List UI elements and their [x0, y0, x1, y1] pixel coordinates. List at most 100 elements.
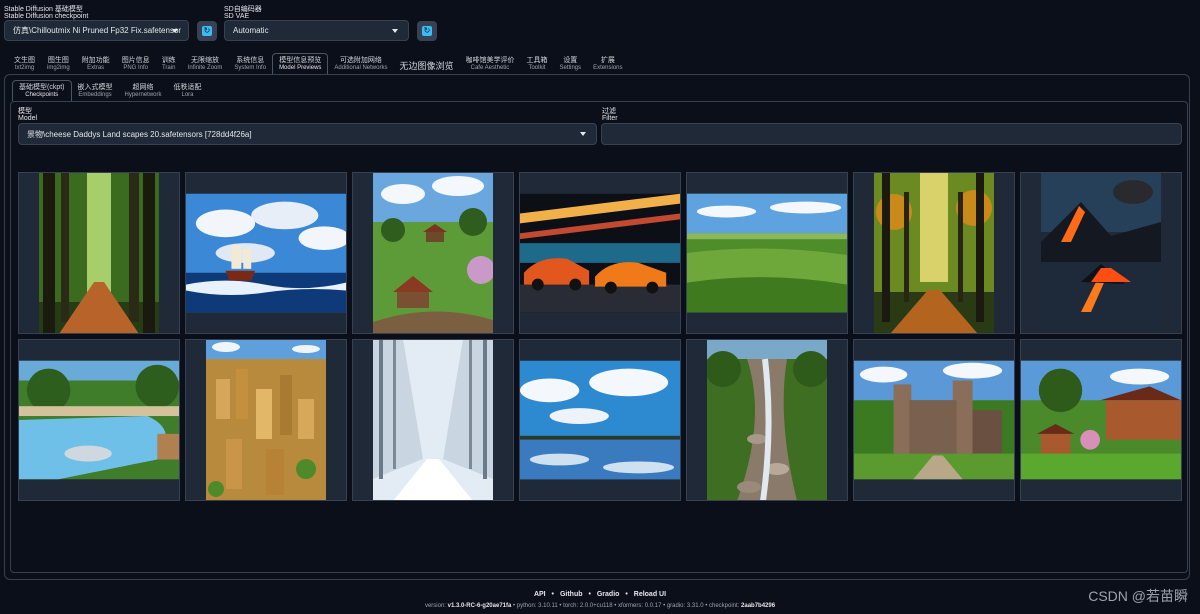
tab-label-en: Embeddings [78, 92, 112, 98]
swimming-pool-image [19, 360, 179, 480]
tab-label-en: txt2img [14, 65, 35, 71]
xformers-value: 0.0.17 [644, 603, 662, 609]
version-label: version: [424, 603, 446, 609]
preview-card[interactable] [519, 172, 681, 334]
house-garden-image [1021, 360, 1181, 480]
tab-img2img[interactable]: 图生图 img2img [41, 54, 76, 74]
torch-value: 2.0.0+cu118 [579, 603, 613, 609]
refresh-icon: ↻ [422, 26, 432, 36]
tab-label-en: Settings [559, 65, 582, 71]
sub-tabs: 基础模型(ckpt) Checkpoints 嵌入式模型 Embeddings 超网… [12, 80, 208, 101]
torch-label: torch: [563, 603, 579, 609]
sailing-ship-image [186, 193, 346, 313]
tab-label-zh: 咖啡馆美学评价 [465, 57, 515, 64]
refresh-icon: ↻ [202, 26, 212, 36]
tab-additional-networks[interactable]: 可选附加网络 Additional Networks [328, 54, 393, 74]
preview-card[interactable] [853, 339, 1015, 501]
github-link[interactable]: Github [560, 591, 583, 598]
preview-card[interactable] [185, 172, 347, 334]
tab-label-zh: 工具箱 [526, 57, 548, 64]
tab-system-info[interactable]: 系统信息 System Info [228, 54, 272, 74]
preview-card[interactable] [352, 172, 514, 334]
footer-links: API • Github • Gradio • Reload UI [533, 591, 667, 598]
refresh-vae-button[interactable]: ↻ [417, 21, 437, 41]
checkpoint-hash-label: checkpoint: [709, 603, 740, 609]
snow-forest-image [373, 340, 493, 500]
vae-dropdown[interactable]: Automatic [224, 20, 409, 41]
preview-card[interactable] [1020, 339, 1182, 501]
preview-card[interactable] [1020, 172, 1182, 334]
api-link[interactable]: API [534, 591, 546, 598]
tab-train[interactable]: 训练 Train [156, 54, 182, 74]
tab-label-en: Additional Networks [334, 65, 388, 71]
tab-label-zh: 训练 [161, 57, 176, 64]
tab-hypernetwork[interactable]: 超网络 Hypernetwork [119, 81, 168, 101]
preview-card[interactable] [18, 172, 180, 334]
version-value: v1.3.0-RC-6-g20ae71fa [447, 603, 512, 609]
tab-label-zh: 系统信息 [236, 57, 265, 64]
tab-extensions[interactable]: 扩展 Extensions [587, 54, 628, 74]
checkpoint-hash-value: 2aab7b4296 [741, 603, 776, 609]
checkpoint-dropdown[interactable]: 仿真\Chilloutmix Ni Pruned Fp32 Fix.safete… [4, 20, 189, 41]
tab-label-zh: 模型信息预览 [279, 57, 322, 64]
preview-card[interactable] [352, 339, 514, 501]
tab-label-en: Hypernetwork [124, 92, 162, 98]
model-dropdown[interactable]: 景物\cheese Daddys Land scapes 20.safetens… [18, 123, 597, 145]
tab-label-zh: 设置 [563, 57, 578, 64]
preview-card[interactable] [18, 339, 180, 501]
volcano-image [1041, 173, 1161, 333]
model-value: 景物\cheese Daddys Land scapes 20.safetens… [27, 129, 252, 139]
python-label: python: [516, 603, 537, 609]
tab-checkpoints[interactable]: 基础模型(ckpt) Checkpoints [12, 80, 72, 101]
checkpoint-value: 仿真\Chilloutmix Ni Pruned Fp32 Fix.safete… [13, 26, 182, 35]
tab-settings[interactable]: 设置 Settings [553, 54, 587, 74]
tab-label-zh: 扩展 [600, 57, 615, 64]
tab-label-en: Toolkit [528, 65, 546, 71]
tab-label-zh: 嵌入式模型 [77, 84, 113, 91]
preview-card[interactable] [686, 339, 848, 501]
chevron-down-icon [392, 28, 398, 33]
tab-label-en: Extensions [593, 65, 623, 71]
tab-label-zh: 无限缩放 [191, 57, 220, 64]
python-value: 3.10.11 [538, 603, 558, 609]
tab-label-zh: 基础模型(ckpt) [19, 84, 65, 91]
xformers-label: xformers: [618, 603, 644, 609]
tab-toolkit[interactable]: 工具箱 Toolkit [520, 54, 553, 74]
farm-village-image [373, 173, 493, 333]
tab-label-en: Train [161, 65, 176, 71]
version-info: version: v1.3.0-RC-6-g20ae71fa • python:… [424, 603, 776, 609]
tab-label-en: Cafe Aesthetic [470, 65, 510, 71]
preview-card[interactable] [519, 339, 681, 501]
green-plains-image [687, 193, 847, 313]
reload-ui-link[interactable]: Reload UI [634, 591, 666, 598]
tab-label-en: Model Previews [279, 65, 322, 71]
chevron-down-icon [172, 28, 178, 33]
chevron-down-icon [580, 132, 586, 136]
tab-cafe-aesthetic[interactable]: 咖啡馆美学评价 Cafe Aesthetic [459, 54, 520, 74]
refresh-checkpoint-button[interactable]: ↻ [197, 21, 217, 41]
preview-card[interactable] [185, 339, 347, 501]
preview-card[interactable] [686, 172, 848, 334]
tab-label-zh: 图片信息 [121, 57, 150, 64]
gradio-link[interactable]: Gradio [597, 591, 620, 598]
tab-infinite-zoom[interactable]: 无限缩放 Infinite Zoom [182, 54, 229, 74]
tab-png-info[interactable]: 图片信息 PNG Info [116, 54, 156, 74]
autumn-forest-image [874, 173, 994, 333]
tab-label-en: Checkpoints [25, 92, 59, 98]
preview-card[interactable] [853, 172, 1015, 334]
tab-label-zh: 超网络 [132, 84, 154, 91]
tab-embeddings[interactable]: 嵌入式模型 Embeddings [72, 81, 119, 101]
tab-model-previews[interactable]: 模型信息预览 Model Previews [272, 53, 329, 74]
tab-image-browser[interactable]: 无边图像浏览 [393, 58, 459, 74]
filter-input[interactable] [601, 123, 1182, 145]
forest-stream-image [707, 340, 827, 500]
sports-cars-image [520, 193, 680, 313]
tab-txt2img[interactable]: 文生图 txt2img [8, 54, 41, 74]
tab-label-zh: 图生图 [47, 57, 69, 64]
tab-label-zh: 无边图像浏览 [399, 61, 454, 71]
tab-extras[interactable]: 附加功能 Extras [76, 54, 116, 74]
tab-label-zh: 文生图 [14, 57, 35, 64]
tab-label-en: PNG Info [123, 65, 149, 71]
tab-lora[interactable]: 低秩适配 Lora [168, 81, 208, 101]
gradio-value: 3.31.0 [686, 603, 704, 609]
